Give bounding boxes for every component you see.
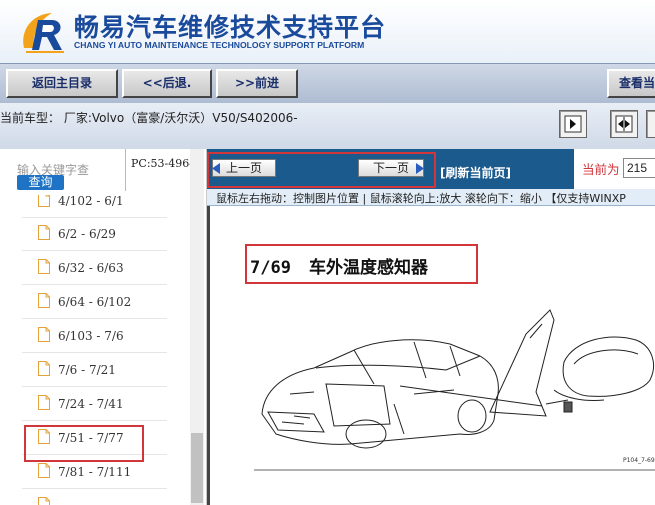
current-page-input[interactable]: 215 xyxy=(623,158,655,178)
document-icon xyxy=(38,225,50,240)
page-nav-highlight xyxy=(207,152,436,188)
scrollbar-thumb[interactable] xyxy=(191,433,203,503)
list-item-label: 6/64 - 6/102 xyxy=(58,295,132,309)
current-page-box: 当前为 215 xyxy=(574,149,655,189)
divider xyxy=(125,149,126,191)
pc-range: PC:53-4964 xyxy=(131,157,197,170)
list-item-label: 6/103 - 7/6 xyxy=(58,329,124,343)
list-item[interactable]: 6/103 - 7/6 xyxy=(22,320,167,353)
list-item-label: 7/6 - 7/21 xyxy=(58,363,116,377)
document-icon xyxy=(38,497,50,505)
document-viewer[interactable]: 7/69 车外温度感知器 P104_7-69 xyxy=(207,206,655,505)
main-toolbar: 返回主目录 <<后退. >>前进 查看当 xyxy=(0,63,655,103)
list-item[interactable]: 7/6 - 7/21 xyxy=(22,354,167,387)
list-item-label: 4/102 - 6/1 xyxy=(58,195,124,208)
list-item-label: 6/2 - 6/29 xyxy=(58,227,116,241)
back-button[interactable]: <<后退. xyxy=(122,69,212,98)
document-icon xyxy=(38,463,50,478)
sensor-location-figure xyxy=(254,309,655,471)
list-item-label: 6/32 - 6/63 xyxy=(58,261,124,275)
logo-icon xyxy=(23,13,64,53)
list-scrollbar[interactable] xyxy=(190,149,204,505)
list-item[interactable] xyxy=(22,490,167,505)
platform-title: 畅易汽车维修技术支持平台 xyxy=(74,13,387,42)
refresh-link[interactable]: [刷新当前页] xyxy=(440,164,511,181)
list-item-label: 7/24 - 7/41 xyxy=(58,397,124,411)
list-item[interactable]: 4/102 - 6/1 xyxy=(22,195,167,218)
list-item[interactable]: 6/2 - 6/29 xyxy=(22,218,167,251)
hint-text: 鼠标左右拖动：控制图片位置 | 鼠标滚轮向上:放大 滚轮向下：缩小 【仅支持WI… xyxy=(216,192,626,205)
list-item[interactable]: 7/24 - 7/41 xyxy=(22,388,167,421)
app-header: 畅易汽车维修技术支持平台 CHANG YI AUTO MAINTENANCE T… xyxy=(0,0,655,63)
document-icon xyxy=(38,395,50,410)
catalog-panel: 输入关键字查 查询 PC:53-4964 4/102 - 6/1 6/2 - 6… xyxy=(0,149,207,505)
document-icon xyxy=(38,259,50,274)
selected-item-highlight xyxy=(24,425,144,462)
search-button[interactable]: 查询 xyxy=(17,175,64,190)
vehicle-bar: 当前车型： 厂家:Volvo（富豪/沃尔沃）V50/S402006- xyxy=(0,103,655,149)
fit-width-icon[interactable] xyxy=(610,110,638,138)
current-vehicle: 当前车型： 厂家:Volvo（富豪/沃尔沃）V50/S402006- xyxy=(0,111,298,125)
figure-caption: P104_7-69 xyxy=(623,457,655,464)
platform-subtitle: CHANG YI AUTO MAINTENANCE TECHNOLOGY SUP… xyxy=(74,40,365,50)
list-item-label: 7/81 - 7/111 xyxy=(58,465,132,479)
home-button[interactable]: 返回主目录 xyxy=(6,69,118,98)
document-icon xyxy=(38,293,50,308)
list-item[interactable]: 6/32 - 6/63 xyxy=(22,252,167,285)
document-icon xyxy=(38,327,50,342)
toggle-icon[interactable] xyxy=(646,110,655,138)
title-highlight xyxy=(245,244,478,284)
list-item[interactable]: 6/64 - 6/102 xyxy=(22,286,167,319)
current-page-label: 当前为 xyxy=(582,162,620,177)
forward-button[interactable]: >>前进 xyxy=(216,69,298,98)
view-button[interactable]: 查看当 xyxy=(607,69,655,98)
expand-panel-icon[interactable] xyxy=(559,110,587,138)
document-icon xyxy=(38,195,50,207)
document-icon xyxy=(38,361,50,376)
hint-bar: 鼠标左右拖动：控制图片位置 | 鼠标滚轮向上:放大 滚轮向下：缩小 【仅支持WI… xyxy=(207,189,655,206)
